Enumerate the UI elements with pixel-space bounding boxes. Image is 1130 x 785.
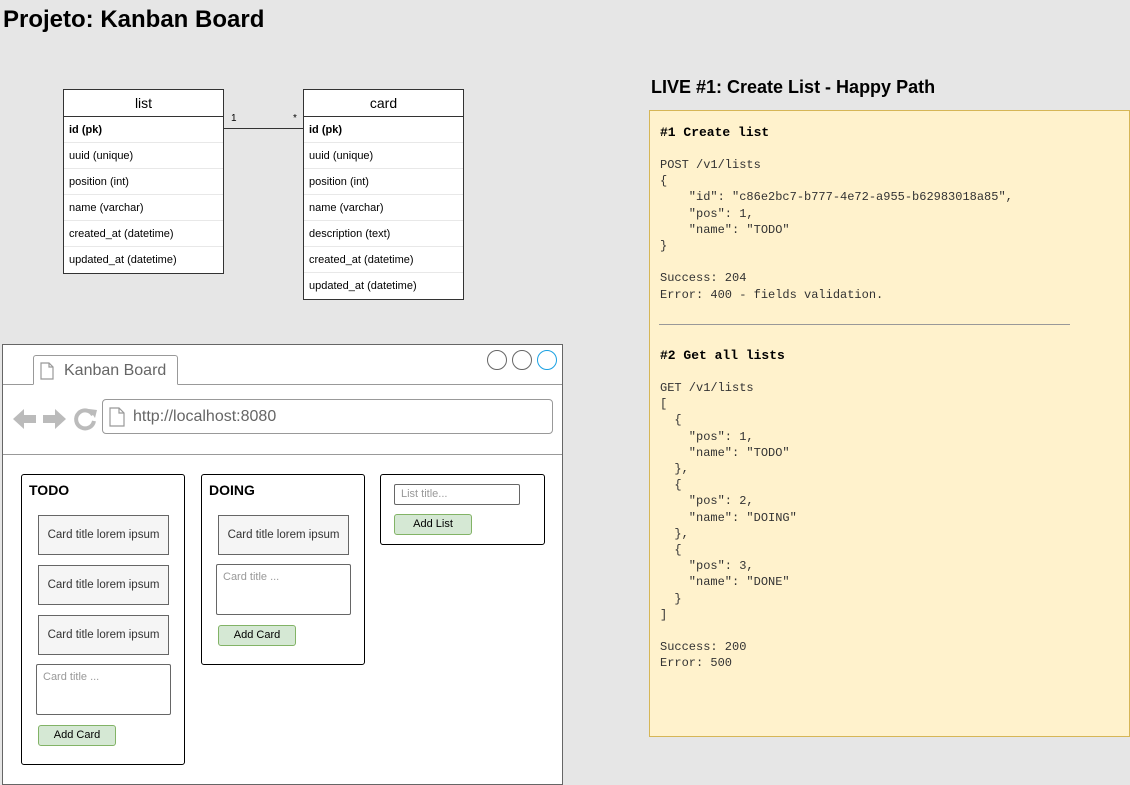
maximize-button[interactable] [512, 350, 532, 370]
add-card-button[interactable]: Add Card [218, 625, 296, 646]
section-body: GET /v1/lists [ { "pos": 1, "name": "TOD… [660, 381, 797, 671]
er-field: updated_at (datetime) [309, 280, 417, 292]
section-body: POST /v1/lists { "id": "c86e2bc7-b777-4e… [660, 158, 1013, 302]
refresh-icon[interactable] [72, 406, 98, 432]
kanban-card[interactable]: Card title lorem ipsum [38, 515, 169, 555]
er-field: name (varchar) [64, 195, 223, 221]
list-title-input[interactable]: List title... [394, 484, 520, 505]
er-field: name (varchar) [304, 195, 463, 221]
browser-window: Kanban Board http://localhost:8080 TODO … [2, 344, 563, 785]
minimize-button[interactable] [487, 350, 507, 370]
section-heading: #2 Get all lists [660, 348, 785, 363]
page-icon [109, 407, 125, 427]
card-title-input[interactable]: Card title ... [36, 664, 171, 715]
kanban-card[interactable]: Card title lorem ipsum [38, 615, 169, 655]
er-field: updated_at (datetime) [69, 254, 177, 266]
er-field: position (int) [64, 169, 223, 195]
tab-title: Kanban Board [64, 362, 167, 379]
address-bar: http://localhost:8080 [3, 385, 562, 455]
divider [659, 324, 1070, 325]
er-field: id (pk) [304, 117, 463, 143]
tab-bar: Kanban Board [3, 345, 562, 385]
er-table-card-name: card [304, 90, 463, 117]
er-table-card: card id (pk) uuid (unique) position (int… [303, 89, 464, 300]
er-field: id (pk) [64, 117, 223, 143]
kanban-column-todo: TODO Card title lorem ipsum Card title l… [21, 474, 185, 765]
relation-cardinality-many: * [293, 113, 297, 124]
card-title-input[interactable]: Card title ... [216, 564, 351, 615]
er-field: description (text) [304, 221, 463, 247]
column-title: TODO [29, 482, 70, 498]
url-text: http://localhost:8080 [133, 408, 277, 425]
forward-arrow-icon[interactable] [41, 406, 67, 432]
api-spec-note: #1 Create list POST /v1/lists { "id": "c… [649, 110, 1130, 737]
add-card-button[interactable]: Add Card [38, 725, 116, 746]
er-table-list-name: list [64, 90, 223, 117]
spec-title: LIVE #1: Create List - Happy Path [651, 77, 936, 97]
kanban-card[interactable]: Card title lorem ipsum [218, 515, 349, 555]
section-heading: #1 Create list [660, 125, 770, 140]
er-field: created_at (datetime) [304, 247, 463, 273]
er-field: position (int) [304, 169, 463, 195]
browser-tab[interactable]: Kanban Board [33, 355, 178, 385]
page-icon [40, 362, 54, 380]
relation-cardinality-one: 1 [231, 113, 237, 124]
close-button[interactable] [537, 350, 557, 370]
column-title: DOING [209, 482, 255, 498]
page-title: Projeto: Kanban Board [3, 6, 265, 33]
add-list-button[interactable]: Add List [394, 514, 472, 535]
er-field: uuid (unique) [304, 143, 463, 169]
url-input[interactable]: http://localhost:8080 [102, 399, 553, 434]
er-field: uuid (unique) [64, 143, 223, 169]
kanban-card[interactable]: Card title lorem ipsum [38, 565, 169, 605]
relation-line [223, 128, 303, 129]
er-table-list: list id (pk) uuid (unique) position (int… [63, 89, 224, 274]
new-list-panel: List title... Add List [380, 474, 545, 545]
er-field: created_at (datetime) [64, 221, 223, 247]
kanban-column-doing: DOING Card title lorem ipsum Card title … [201, 474, 365, 665]
back-arrow-icon[interactable] [12, 406, 38, 432]
